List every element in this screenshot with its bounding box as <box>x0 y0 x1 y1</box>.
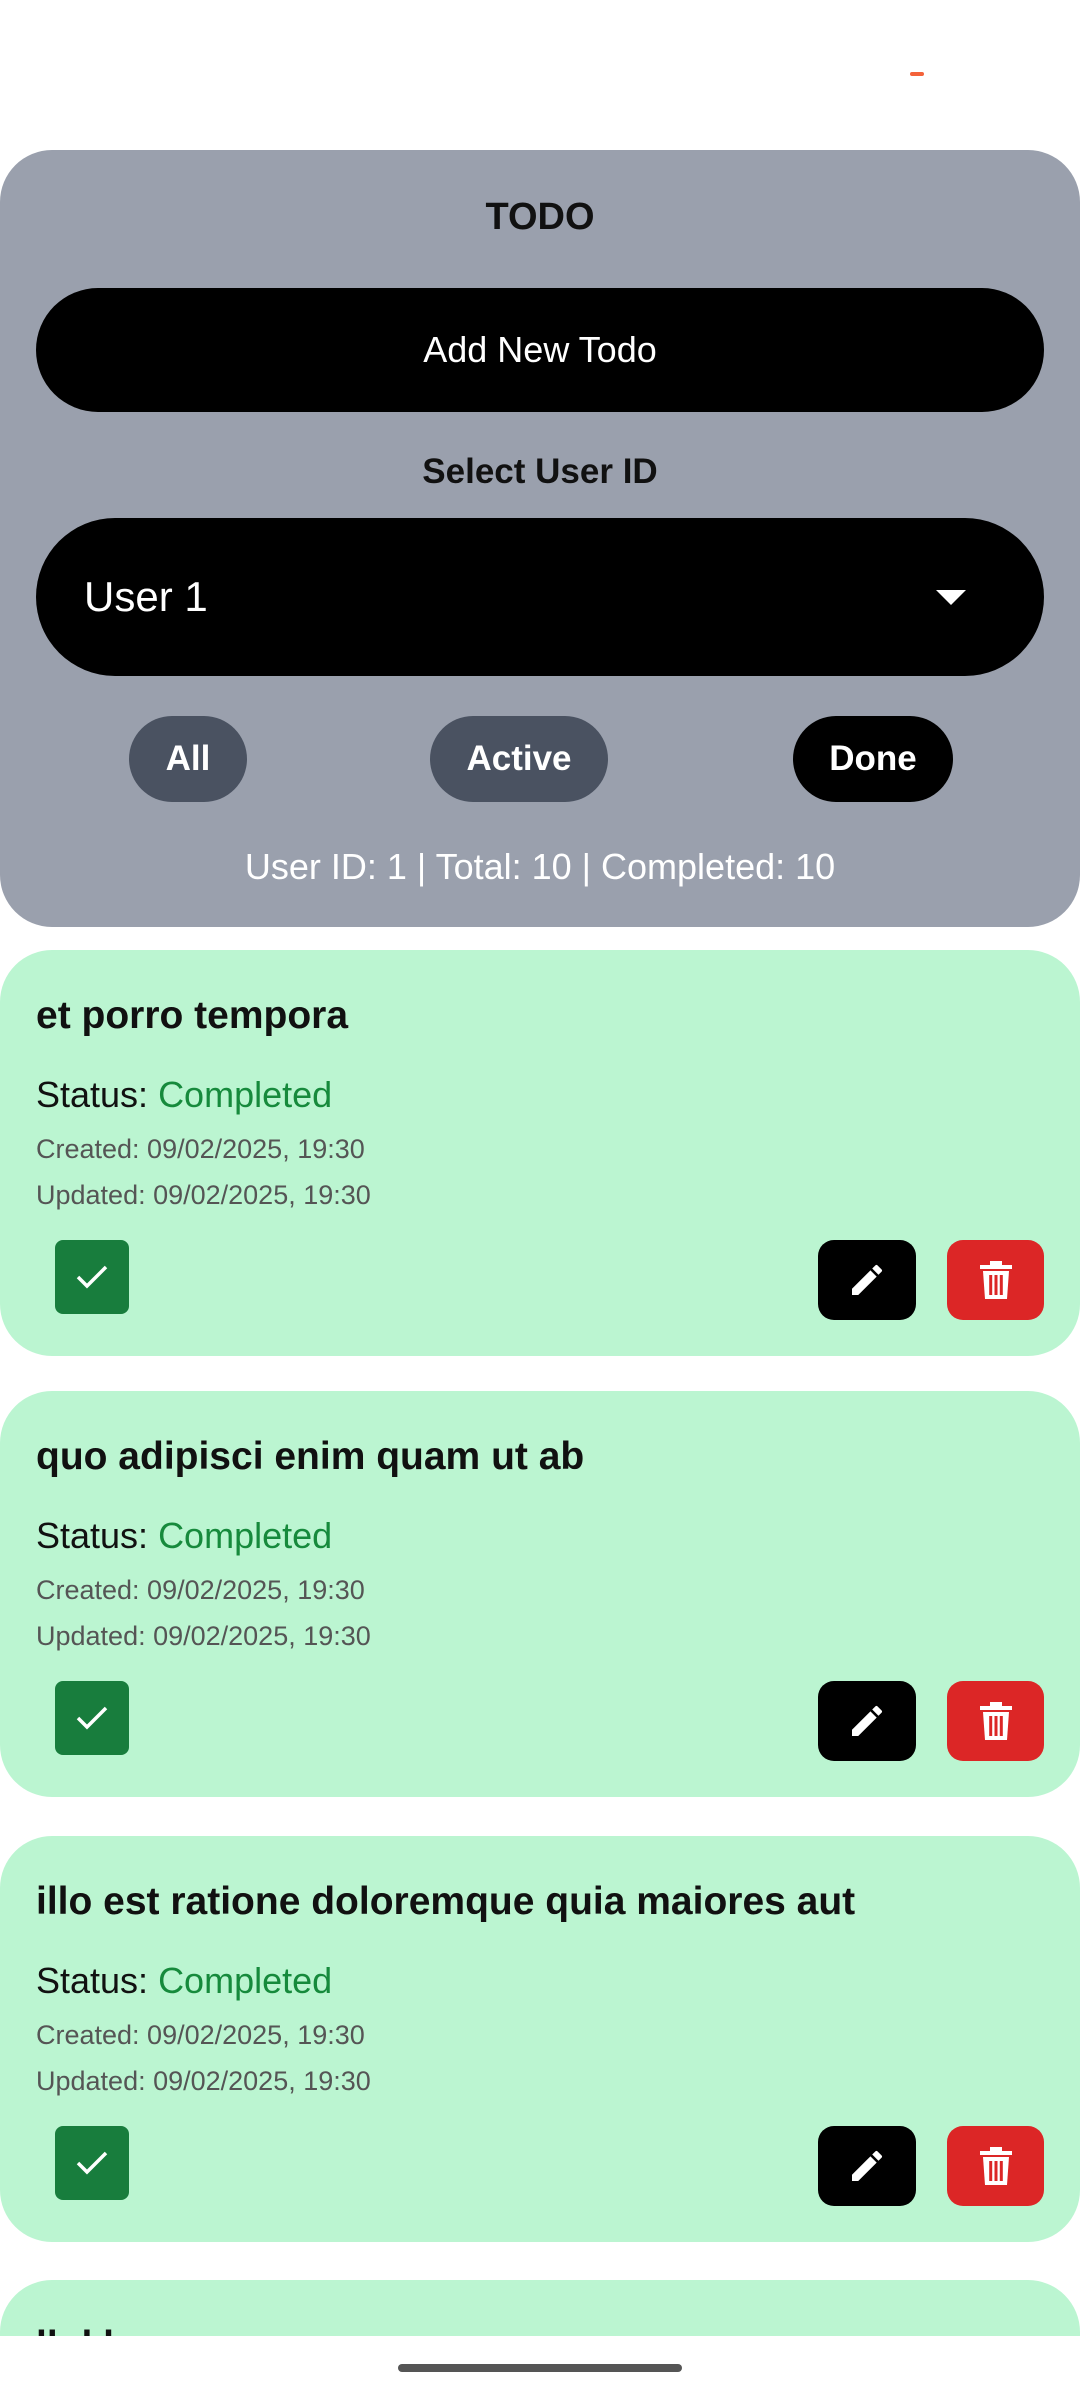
status-label: Status: <box>36 1515 159 1556</box>
edit-button[interactable] <box>818 1240 916 1320</box>
created-date: Created: 09/02/2025, 19:30 <box>36 1134 365 1164</box>
check-icon <box>76 1706 108 1730</box>
delete-button[interactable] <box>947 1240 1044 1320</box>
status-value: Completed <box>158 1074 333 1115</box>
select-user-label: Select User ID <box>422 452 658 491</box>
created-date: Created: 09/02/2025, 19:30 <box>36 2020 365 2050</box>
check-icon <box>76 1265 108 1289</box>
todo-status: Status: Completed <box>36 1074 332 1116</box>
complete-checkbox[interactable] <box>55 1681 129 1755</box>
edit-button[interactable] <box>818 2126 916 2206</box>
todo-title: et porro tempora <box>36 994 349 1037</box>
delete-button[interactable] <box>947 1681 1044 1761</box>
home-indicator[interactable] <box>398 2364 682 2372</box>
delete-button[interactable] <box>947 2126 1044 2206</box>
complete-checkbox[interactable] <box>55 1240 129 1314</box>
add-todo-button[interactable]: Add New Todo <box>36 288 1044 412</box>
pencil-icon <box>852 2150 883 2181</box>
pencil-icon <box>852 1264 883 1295</box>
status-value: Completed <box>158 1960 333 2001</box>
app-title: TODO <box>485 196 595 238</box>
status-label: Status: <box>36 1074 159 1115</box>
updated-date: Updated: 09/02/2025, 19:30 <box>36 1180 371 1210</box>
edit-button[interactable] <box>818 1681 916 1761</box>
updated-date: Updated: 09/02/2025, 19:30 <box>36 2066 371 2096</box>
pencil-icon <box>852 1705 883 1736</box>
todo-status: Status: Completed <box>36 1960 332 2002</box>
status-label: Status: <box>36 1960 159 2001</box>
updated-date: Updated: 09/02/2025, 19:30 <box>36 1621 371 1651</box>
todo-title: illo est ratione doloremque quia maiores… <box>36 1880 856 1923</box>
filter-all-button[interactable]: All <box>129 716 247 802</box>
todo-title: quo adipisci enim quam ut ab <box>36 1435 585 1478</box>
filter-done-button[interactable]: Done <box>793 716 953 802</box>
selected-user-value: User 1 <box>84 573 208 620</box>
check-icon <box>76 2151 108 2175</box>
todo-card: illo est ratione doloremque quia maiores… <box>0 1836 1080 2242</box>
filter-active-button[interactable]: Active <box>430 716 608 802</box>
user-select-dropdown[interactable]: User 1 <box>36 518 1044 676</box>
caret-down-icon <box>936 590 966 605</box>
complete-checkbox[interactable] <box>55 2126 129 2200</box>
trash-icon <box>979 1261 1012 1299</box>
created-date: Created: 09/02/2025, 19:30 <box>36 1575 365 1605</box>
trash-icon <box>979 2147 1012 2185</box>
summary-text: User ID: 1 | Total: 10 | Completed: 10 <box>244 846 836 887</box>
todo-card: quo adipisci enim quam ut ab Status: Com… <box>0 1391 1080 1797</box>
header-panel: TODO Add New Todo Select User ID User 1 … <box>0 150 1080 927</box>
trash-icon <box>979 1702 1012 1740</box>
status-indicator <box>910 72 924 76</box>
status-value: Completed <box>158 1515 333 1556</box>
todo-card: et porro tempora Status: Completed Creat… <box>0 950 1080 1356</box>
todo-status: Status: Completed <box>36 1515 332 1557</box>
